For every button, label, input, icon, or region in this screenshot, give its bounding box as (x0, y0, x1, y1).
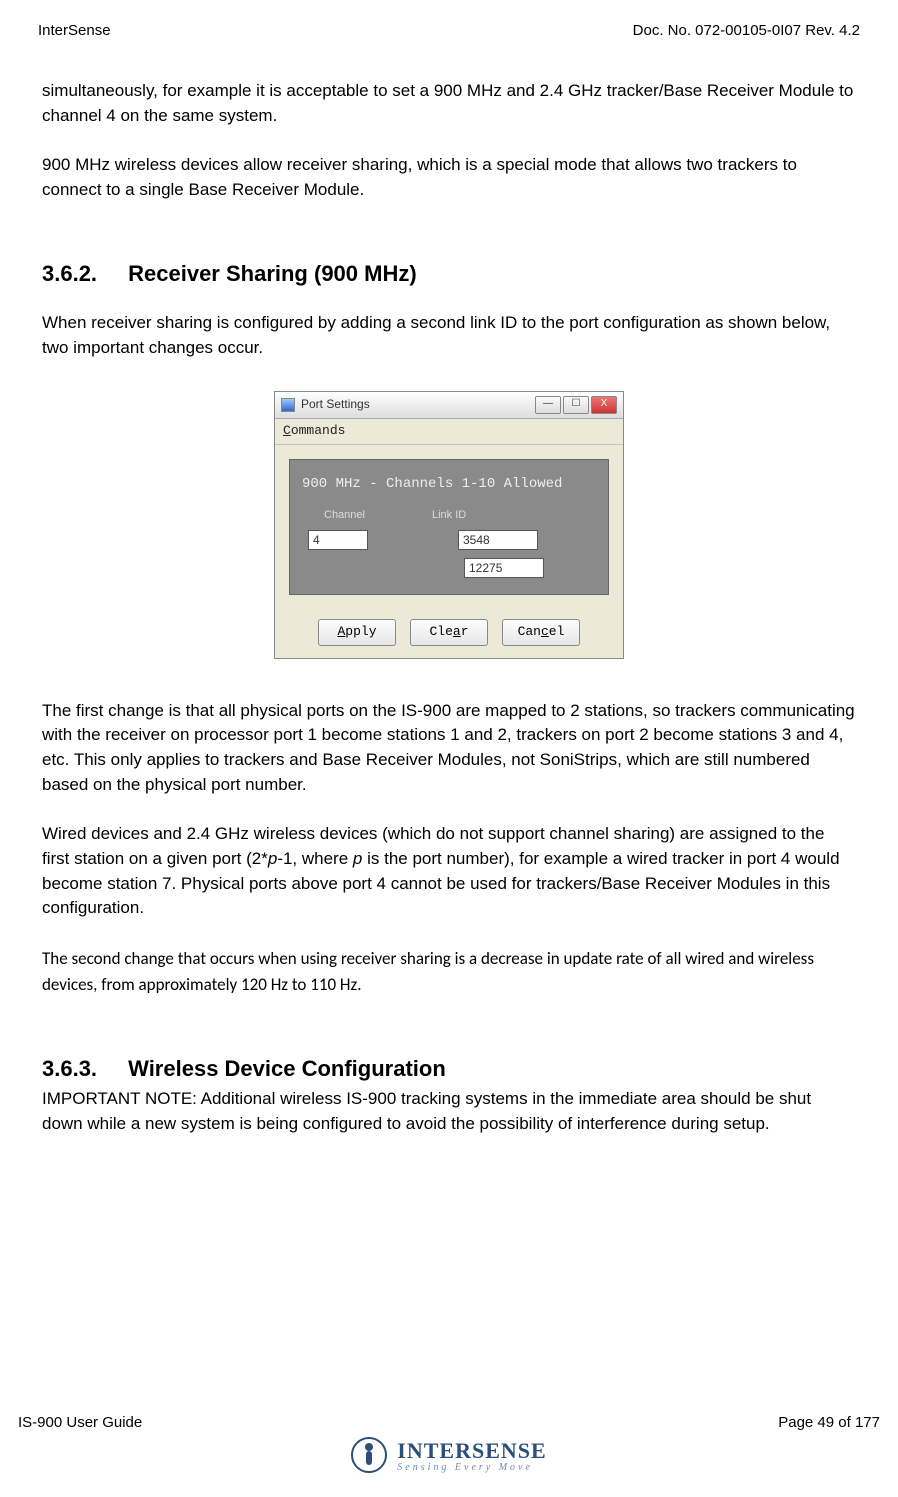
port-settings-dialog: Port Settings — ☐ X Commands 900 MHz - C… (274, 391, 624, 659)
menu-label-rest: ommands (291, 423, 346, 438)
mnemonic: a (453, 624, 461, 639)
header-right: Doc. No. 072-00105-0I07 Rev. 4.2 (633, 22, 860, 39)
section-heading-363: 3.6.3. Wireless Device Configuration (42, 1053, 856, 1085)
panel-caption: 900 MHz - Channels 1-10 Allowed (302, 474, 596, 494)
btn-label-rest: pply (345, 624, 376, 639)
menu-mnemonic: C (283, 423, 291, 438)
paragraph: When receiver sharing is configured by a… (42, 311, 856, 360)
dialog-titlebar[interactable]: Port Settings — ☐ X (275, 392, 623, 419)
footer-left: IS-900 User Guide (18, 1414, 142, 1431)
paragraph: The second change that occurs when using… (42, 946, 856, 999)
close-button[interactable]: X (591, 396, 617, 414)
channel-input[interactable] (308, 530, 368, 550)
paragraph: 900 MHz wireless devices allow receiver … (42, 153, 856, 202)
footer-right: Page 49 of 177 (778, 1414, 880, 1431)
paragraph: The first change is that all physical po… (42, 699, 856, 798)
section-heading-362: 3.6.2. Receiver Sharing (900 MHz) (42, 258, 856, 290)
var-p: p (268, 849, 277, 868)
cancel-button[interactable]: Cancel (502, 619, 580, 646)
section-number: 3.6.3. (42, 1053, 122, 1085)
section-title: Wireless Device Configuration (128, 1056, 446, 1081)
paragraph: simultaneously, for example it is accept… (42, 79, 856, 128)
footer-brand: INTERSENSE (397, 1438, 546, 1464)
var-p: p (353, 849, 362, 868)
screenshot-figure: Port Settings — ☐ X Commands 900 MHz - C… (42, 391, 856, 659)
label-channel: Channel (302, 508, 432, 524)
btn-label-post: el (549, 624, 565, 639)
intersense-logo-icon (351, 1437, 387, 1473)
linkid-2-input[interactable] (464, 558, 544, 578)
btn-label-pre: Cle (429, 624, 452, 639)
btn-label-post: r (461, 624, 469, 639)
menu-commands[interactable]: Commands (275, 419, 623, 445)
footer-logo: INTERSENSE Sensing Every Move (0, 1437, 898, 1473)
maximize-button[interactable]: ☐ (563, 396, 589, 414)
paragraph: Wired devices and 2.4 GHz wireless devic… (42, 822, 856, 921)
settings-panel: 900 MHz - Channels 1-10 Allowed Channel … (289, 459, 609, 595)
section-number: 3.6.2. (42, 258, 122, 290)
text-run: -1, where (277, 849, 353, 868)
dialog-title: Port Settings (301, 396, 370, 413)
app-icon (281, 398, 295, 412)
mnemonic: c (541, 624, 549, 639)
footer-tagline: Sensing Every Move (397, 1462, 546, 1473)
linkid-1-input[interactable] (458, 530, 538, 550)
minimize-button[interactable]: — (535, 396, 561, 414)
section-title: Receiver Sharing (900 MHz) (128, 261, 417, 286)
header-left: InterSense (38, 22, 111, 39)
apply-button[interactable]: Apply (318, 619, 396, 646)
btn-label-pre: Can (518, 624, 541, 639)
paragraph: IMPORTANT NOTE: Additional wireless IS-9… (42, 1087, 856, 1136)
clear-button[interactable]: Clear (410, 619, 488, 646)
label-linkid: Link ID (432, 508, 466, 524)
